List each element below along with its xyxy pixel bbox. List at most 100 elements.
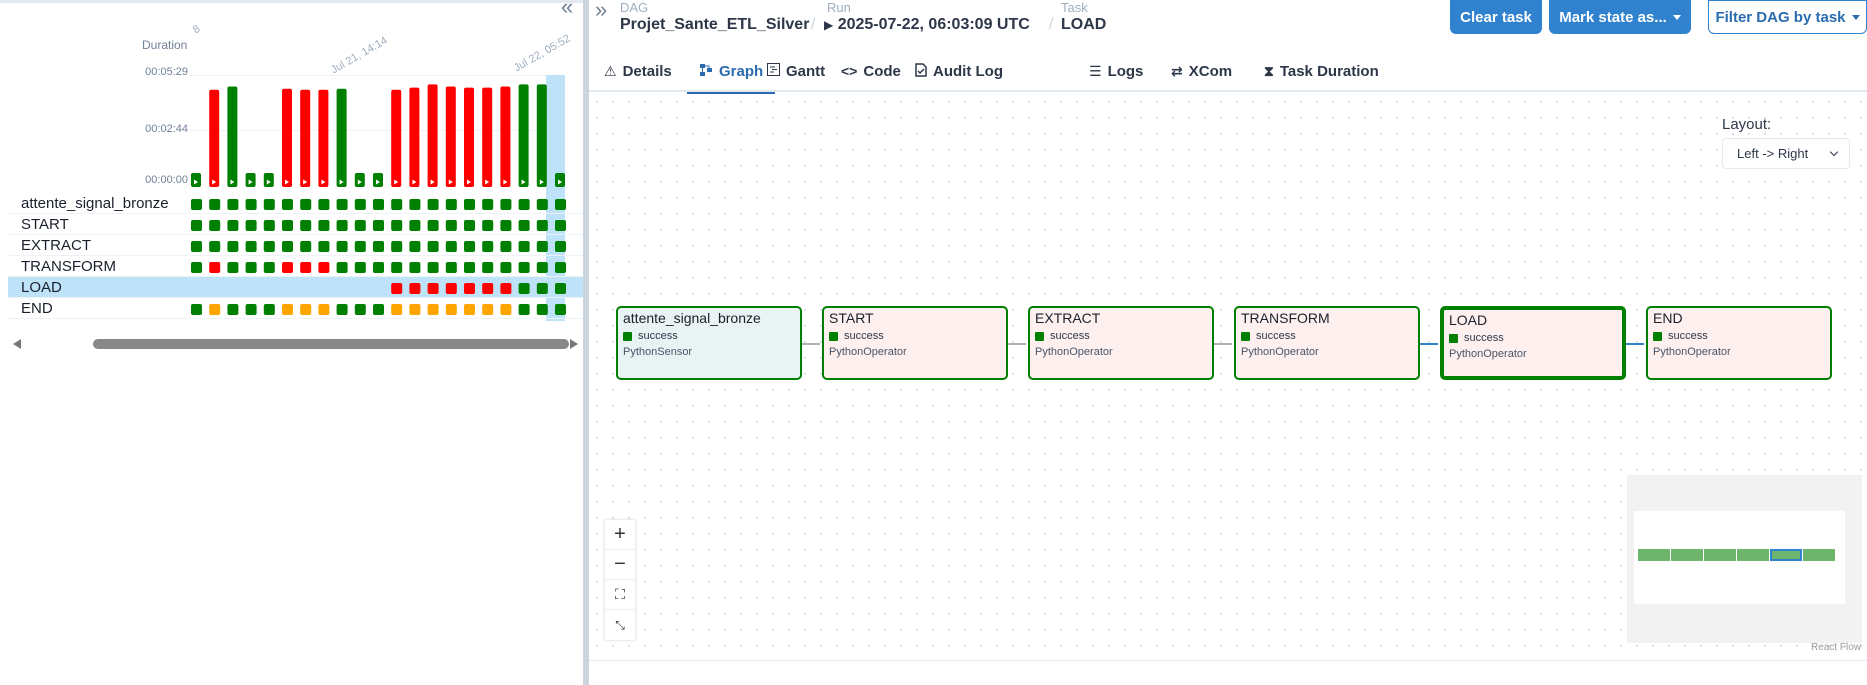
run-duration-bar[interactable] [391, 89, 402, 187]
task-instance-square[interactable] [427, 304, 439, 315]
run-duration-bar[interactable] [445, 86, 456, 187]
task-instance-square[interactable] [555, 262, 566, 273]
run-duration-bar[interactable] [282, 88, 292, 187]
task-instance-square[interactable] [500, 220, 512, 231]
run-duration-bar[interactable] [555, 173, 565, 187]
task-instance-square[interactable] [209, 262, 221, 273]
task-instance-square[interactable] [409, 304, 421, 315]
layout-select[interactable]: Left -> Right [1722, 138, 1850, 169]
task-instance-square[interactable] [373, 304, 384, 315]
task-instance-square[interactable] [191, 199, 202, 210]
task-instance-square[interactable] [209, 241, 221, 252]
fullscreen-button[interactable]: ⤡ [605, 610, 635, 640]
task-instance-square[interactable] [336, 262, 348, 273]
tab-code[interactable]: <> Code [841, 50, 901, 92]
task-instance-square[interactable] [409, 283, 421, 294]
scroll-thumb[interactable] [93, 339, 569, 349]
task-instance-square[interactable] [464, 220, 475, 231]
task-instance-square[interactable] [427, 199, 439, 210]
task-instance-square[interactable] [318, 304, 330, 315]
task-instance-square[interactable] [500, 283, 512, 294]
task-instance-square[interactable] [482, 304, 494, 315]
task-instance-square[interactable] [263, 304, 275, 315]
task-instance-square[interactable] [555, 241, 566, 252]
task-instance-square[interactable] [482, 283, 494, 294]
task-instance-square[interactable] [500, 304, 512, 315]
run-duration-bar[interactable] [482, 87, 493, 187]
zoom-in-button[interactable]: + [605, 520, 635, 550]
task-instance-square[interactable] [300, 199, 312, 210]
run-duration-bar[interactable] [464, 87, 474, 187]
zoom-out-button[interactable]: − [605, 550, 635, 580]
run-duration-bar[interactable] [518, 84, 529, 187]
task-instance-square[interactable] [427, 220, 439, 231]
task-instance-square[interactable] [391, 241, 403, 252]
filter-dag-button[interactable]: Filter DAG by task [1708, 0, 1867, 34]
task-instance-square[interactable] [227, 304, 239, 315]
run-duration-bar[interactable] [300, 89, 311, 187]
react-flow-attribution[interactable]: React Flow [1811, 642, 1861, 653]
task-instance-square[interactable] [482, 199, 494, 210]
task-instance-square[interactable] [336, 304, 348, 315]
task-instance-square[interactable] [354, 241, 366, 252]
task-instance-square[interactable] [445, 199, 457, 210]
task-instance-square[interactable] [282, 304, 293, 315]
task-instance-square[interactable] [373, 199, 384, 210]
task-instance-square[interactable] [191, 220, 202, 231]
run-duration-bar[interactable] [536, 84, 547, 187]
task-instance-square[interactable] [518, 241, 530, 252]
graph-node-start[interactable]: START success PythonOperator [822, 306, 1008, 380]
run-duration-bar[interactable] [373, 173, 383, 187]
task-instance-square[interactable] [263, 220, 275, 231]
task-instance-square[interactable] [464, 262, 475, 273]
task-instance-square[interactable] [536, 220, 548, 231]
task-instance-square[interactable] [373, 220, 384, 231]
breadcrumb-task[interactable]: Task LOAD [1061, 0, 1106, 34]
fit-view-button[interactable]: ⛶ [605, 580, 635, 610]
graph-node-transform[interactable]: TRANSFORM success PythonOperator [1234, 306, 1420, 380]
task-instance-square[interactable] [536, 241, 548, 252]
task-instance-square[interactable] [555, 199, 566, 210]
task-instance-square[interactable] [209, 199, 221, 210]
graph-node-load[interactable]: LOAD success PythonOperator [1440, 306, 1626, 380]
task-instance-square[interactable] [445, 262, 457, 273]
task-instance-square[interactable] [536, 199, 548, 210]
task-instance-square[interactable] [536, 262, 548, 273]
task-instance-square[interactable] [354, 304, 366, 315]
task-instance-square[interactable] [555, 283, 566, 294]
task-instance-square[interactable] [391, 199, 403, 210]
minimap[interactable] [1627, 475, 1862, 643]
task-instance-square[interactable] [409, 241, 421, 252]
task-instance-square[interactable] [518, 220, 530, 231]
task-instance-square[interactable] [464, 283, 475, 294]
task-instance-square[interactable] [300, 220, 312, 231]
task-instance-square[interactable] [282, 262, 293, 273]
task-instance-square[interactable] [464, 304, 475, 315]
task-instance-square[interactable] [245, 220, 257, 231]
task-instance-square[interactable] [518, 262, 530, 273]
task-instance-square[interactable] [282, 220, 293, 231]
task-instance-square[interactable] [282, 241, 293, 252]
tab-graph[interactable]: Graph [687, 50, 776, 94]
task-instance-square[interactable] [536, 304, 548, 315]
run-duration-bar[interactable] [427, 84, 438, 187]
task-instance-square[interactable] [391, 262, 403, 273]
run-duration-bar[interactable] [191, 173, 201, 187]
tab-task-duration[interactable]: ⧗ Task Duration [1264, 50, 1379, 92]
tab-gantt[interactable]: Gantt [767, 50, 825, 92]
task-instance-square[interactable] [336, 199, 348, 210]
task-instance-square[interactable] [263, 241, 275, 252]
task-instance-square[interactable] [555, 304, 566, 315]
task-instance-square[interactable] [500, 199, 512, 210]
run-duration-bar[interactable] [209, 89, 220, 187]
task-instance-square[interactable] [318, 241, 330, 252]
task-instance-square[interactable] [245, 199, 257, 210]
task-instance-square[interactable] [445, 220, 457, 231]
task-instance-square[interactable] [245, 262, 257, 273]
task-instance-square[interactable] [354, 262, 366, 273]
task-instance-square[interactable] [336, 241, 348, 252]
run-duration-bar[interactable] [409, 87, 420, 187]
breadcrumb-dag[interactable]: DAG Projet_Sante_ETL_Silver [620, 0, 809, 34]
horizontal-scrollbar[interactable] [10, 337, 578, 351]
run-duration-bar[interactable] [245, 173, 256, 187]
